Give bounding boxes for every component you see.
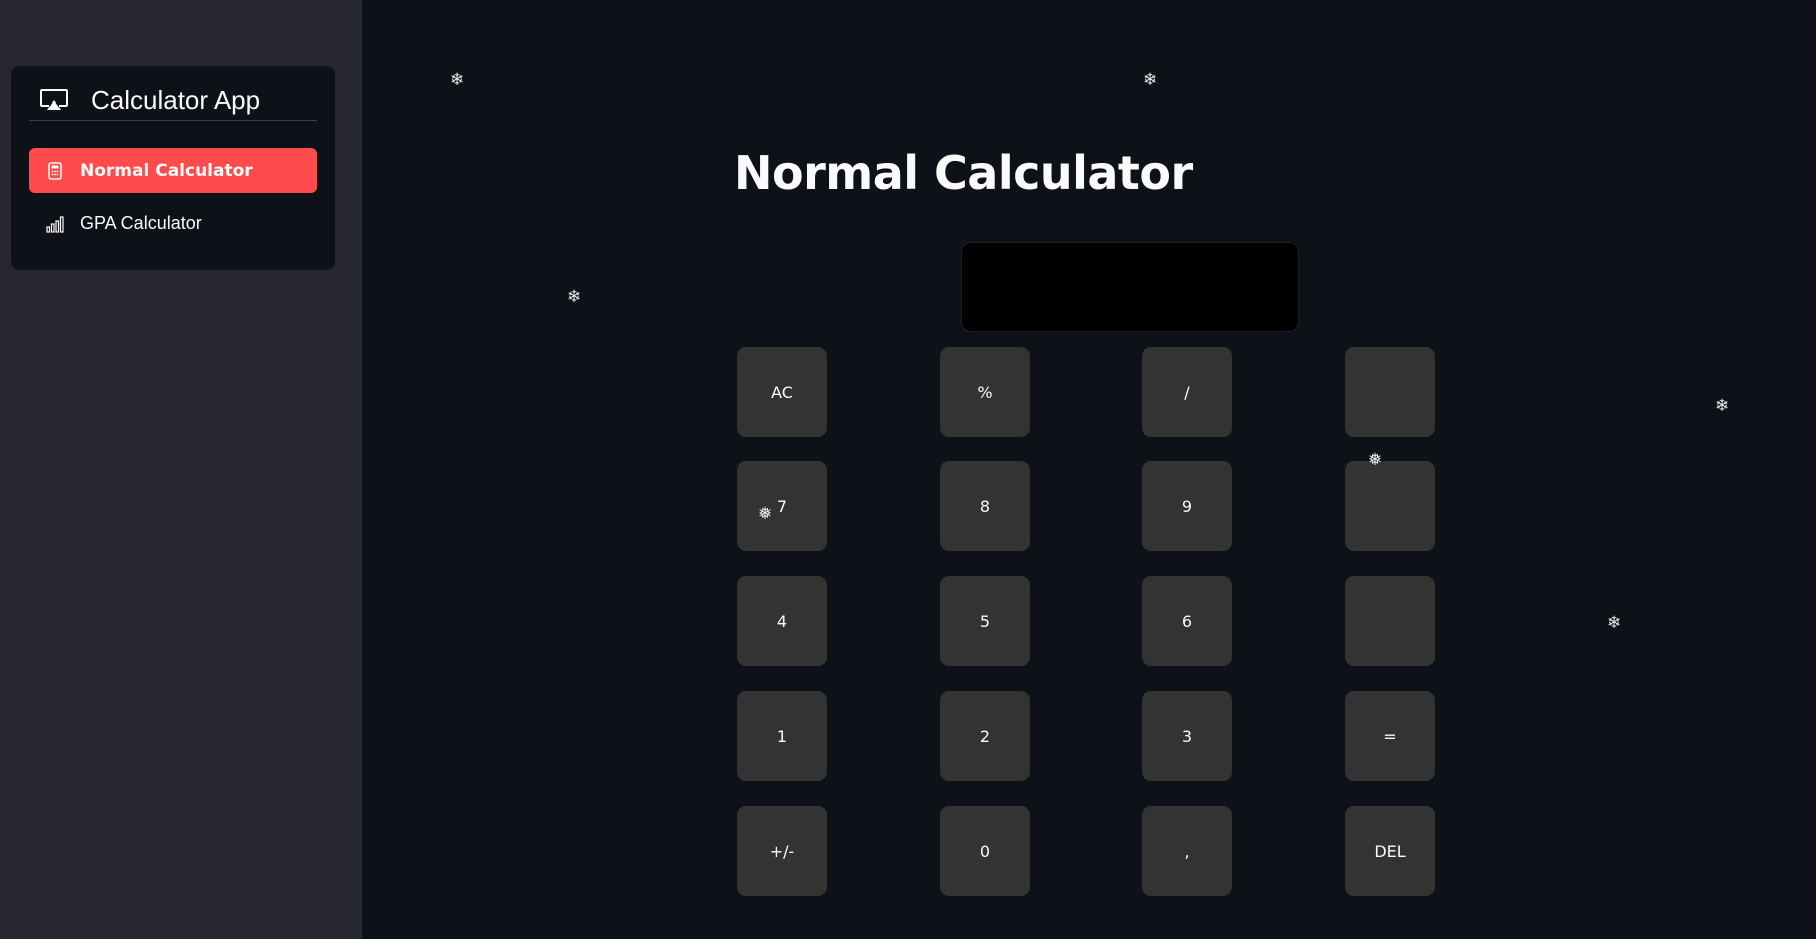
operator-button[interactable] (1345, 347, 1435, 437)
digit-7-button[interactable]: 7 (737, 461, 827, 551)
digit-6-button[interactable]: 6 (1142, 576, 1232, 666)
snowflake-icon: ❄ (1143, 70, 1158, 90)
nav-item-label: Normal Calculator (80, 160, 253, 181)
all-clear-button[interactable]: AC (737, 347, 827, 437)
decimal-button[interactable]: , (1142, 806, 1232, 896)
menu-header: Calculator App (29, 80, 317, 121)
divide-button[interactable]: / (1142, 347, 1232, 437)
digit-4-button[interactable]: 4 (737, 576, 827, 666)
snowflake-icon: ❄ (1715, 396, 1730, 416)
snowflake-icon: ❄ (450, 70, 465, 90)
snowflake-icon: ❅ (1368, 450, 1383, 470)
digit-1-button[interactable]: 1 (737, 691, 827, 781)
digit-5-button[interactable]: 5 (940, 576, 1030, 666)
snowflake-icon: ❄ (1607, 613, 1622, 633)
bar-chart-icon (46, 215, 64, 233)
page-title: Normal Calculator (734, 146, 1193, 200)
digit-9-button[interactable]: 9 (1142, 461, 1232, 551)
digit-2-button[interactable]: 2 (940, 691, 1030, 781)
sign-toggle-button[interactable]: +/- (737, 806, 827, 896)
digit-8-button[interactable]: 8 (940, 461, 1030, 551)
nav-item-normal-calculator[interactable]: Normal Calculator (29, 148, 317, 193)
digit-3-button[interactable]: 3 (1142, 691, 1232, 781)
calculator-display (961, 242, 1299, 332)
calculator-icon (48, 161, 62, 180)
percent-button[interactable]: % (940, 347, 1030, 437)
equals-button[interactable]: = (1345, 691, 1435, 781)
nav-item-label: GPA Calculator (80, 213, 202, 233)
operator-button[interactable] (1345, 461, 1435, 551)
snowflake-icon: ❄ (567, 287, 582, 307)
nav-item-gpa-calculator[interactable]: GPA Calculator (29, 201, 317, 246)
navigation-menu: Calculator App Normal Calculator GPA Cal… (11, 66, 335, 270)
digit-0-button[interactable]: 0 (940, 806, 1030, 896)
delete-button[interactable]: DEL (1345, 806, 1435, 896)
screen-cast-icon (40, 89, 68, 110)
sidebar: Calculator App Normal Calculator GPA Cal… (0, 0, 362, 939)
operator-button[interactable] (1345, 576, 1435, 666)
app-title: Calculator App (91, 84, 261, 115)
snowflake-icon: ❅ (758, 504, 773, 524)
